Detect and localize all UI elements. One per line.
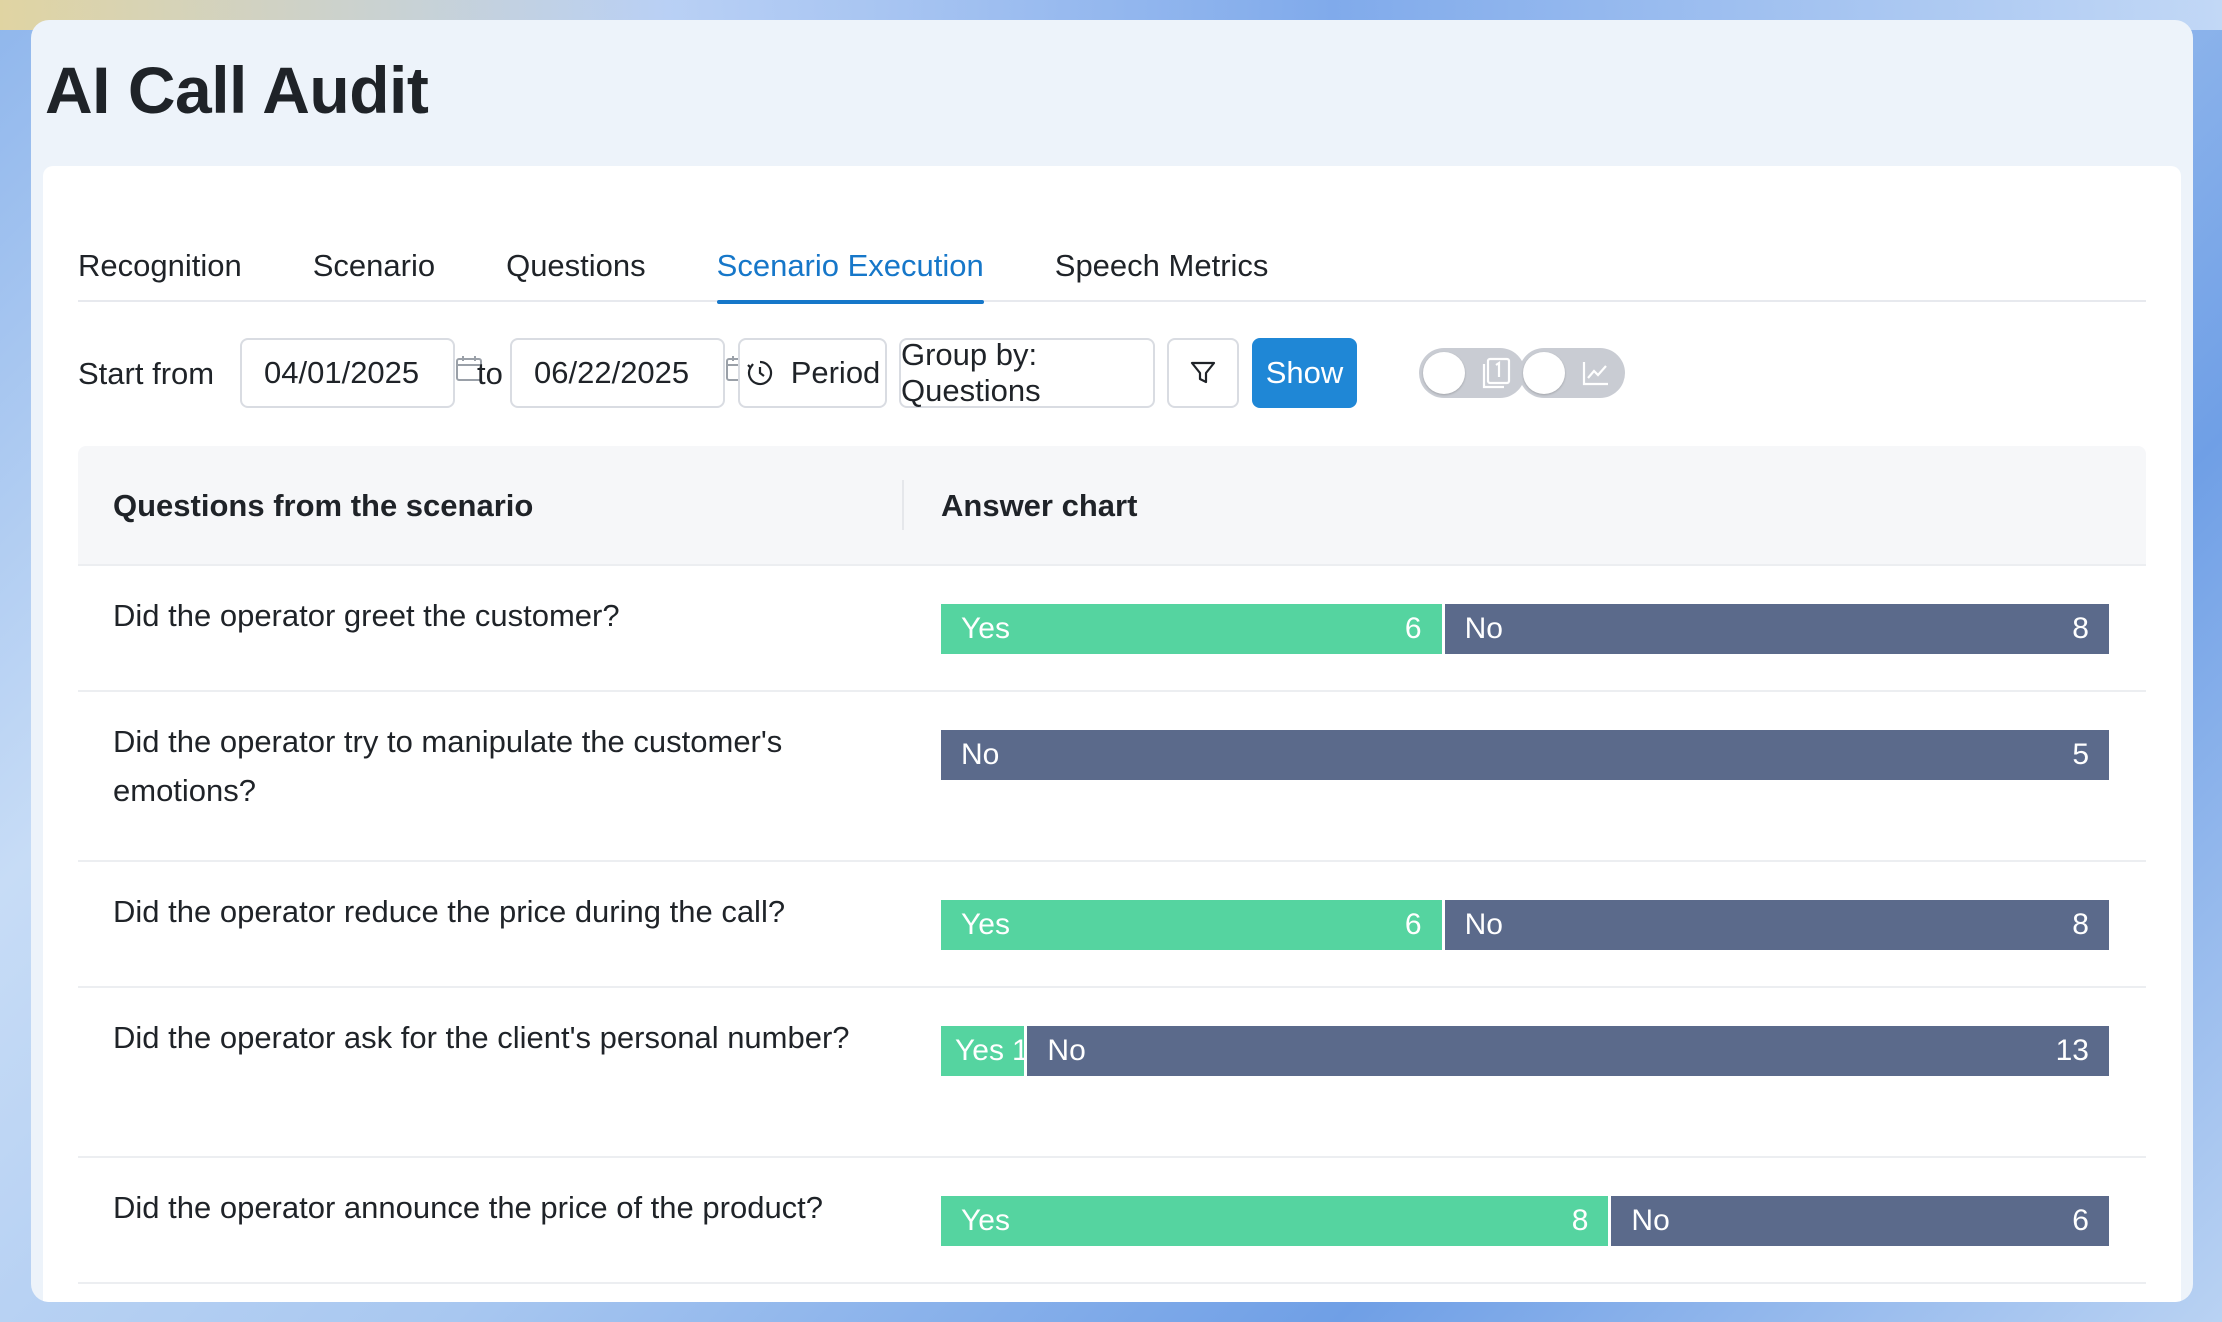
tab-questions[interactable]: Questions bbox=[506, 212, 646, 302]
filter-icon bbox=[1188, 358, 1218, 388]
page-title: AI Call Audit bbox=[45, 53, 429, 127]
answer-count: 5 bbox=[2072, 738, 2089, 771]
answer-bar: Yes 6 No 8 bbox=[941, 900, 2109, 950]
scenario-execution-table: Questions from the scenario Answer chart… bbox=[78, 446, 2146, 1284]
question-text: Did the operator ask for the client's pe… bbox=[113, 1020, 850, 1055]
show-button[interactable]: Show bbox=[1252, 338, 1357, 408]
period-button[interactable]: Period bbox=[738, 338, 887, 408]
group-by-button[interactable]: Group by: Questions bbox=[899, 337, 1155, 408]
question-text: Did the operator greet the customer? bbox=[113, 598, 620, 633]
clock-icon bbox=[745, 358, 775, 388]
tab-bar: Recognition Scenario Questions Scenario … bbox=[78, 212, 2146, 304]
answer-count: 13 bbox=[2055, 1034, 2089, 1067]
answer-bar: No 5 bbox=[941, 730, 2109, 780]
toggle-knob bbox=[1523, 352, 1565, 394]
answer-bar: Yes 1 No 13 bbox=[941, 1026, 2109, 1076]
answer-segment-no[interactable]: No 8 bbox=[1441, 900, 2109, 950]
answer-bar: Yes 6 No 8 bbox=[941, 604, 2109, 654]
end-date-input[interactable] bbox=[534, 355, 724, 391]
answer-count: 8 bbox=[2072, 612, 2089, 645]
answer-segment-no[interactable]: No 13 bbox=[1024, 1026, 2109, 1076]
column-divider bbox=[902, 480, 904, 530]
to-label: to bbox=[477, 356, 503, 391]
period-label: Period bbox=[790, 355, 881, 390]
answer-count: 8 bbox=[2072, 908, 2089, 941]
answer-count: 8 bbox=[1571, 1204, 1589, 1237]
answer-label: No bbox=[1464, 612, 1503, 645]
start-from-label: Start from bbox=[78, 356, 215, 391]
table-row: Did the operator ask for the client's pe… bbox=[78, 988, 2146, 1158]
answer-label: Yes bbox=[961, 612, 1010, 645]
start-date-field[interactable] bbox=[240, 338, 482, 408]
table-row: Did the operator try to manipulate the c… bbox=[78, 692, 2146, 862]
answer-label: Yes bbox=[955, 1034, 1004, 1067]
end-date-field[interactable] bbox=[510, 338, 752, 408]
tab-speech-metrics[interactable]: Speech Metrics bbox=[1055, 212, 1269, 302]
filter-toolbar: Start from to Period Group b bbox=[78, 337, 2146, 410]
tab-scenario-execution[interactable]: Scenario Execution bbox=[716, 212, 984, 304]
page-number-toggle[interactable] bbox=[1419, 348, 1525, 398]
chart-toggle[interactable] bbox=[1519, 348, 1625, 398]
answer-segment-yes[interactable]: Yes 1 bbox=[941, 1026, 1029, 1076]
main-card: Recognition Scenario Questions Scenario … bbox=[43, 166, 2181, 1302]
answer-segment-yes[interactable]: Yes 8 bbox=[941, 1196, 1609, 1246]
table-row: Did the operator reduce the price during… bbox=[78, 862, 2146, 988]
answer-label: No bbox=[1047, 1034, 1086, 1067]
answer-label: Yes bbox=[961, 908, 1010, 941]
question-text: Did the operator announce the price of t… bbox=[113, 1190, 824, 1225]
answer-label: No bbox=[961, 738, 1000, 771]
start-date-input[interactable] bbox=[264, 355, 454, 391]
answer-label: No bbox=[1631, 1204, 1670, 1237]
question-text: Did the operator reduce the price during… bbox=[113, 894, 786, 929]
table-body: Did the operator greet the customer? Yes 6… bbox=[78, 566, 2146, 1284]
answer-bar: Yes 8 No 6 bbox=[941, 1196, 2109, 1246]
table-header: Questions from the scenario Answer chart bbox=[78, 446, 2146, 566]
answer-segment-no[interactable]: No 5 bbox=[941, 730, 2109, 780]
question-text: Did the operator try to manipulate the c… bbox=[113, 724, 783, 808]
answer-segment-no[interactable]: No 8 bbox=[1441, 604, 2109, 654]
line-chart-icon bbox=[1579, 356, 1613, 395]
tab-recognition[interactable]: Recognition bbox=[78, 212, 242, 302]
answer-segment-yes[interactable]: Yes 6 bbox=[941, 604, 1442, 654]
answer-label: No bbox=[1464, 908, 1503, 941]
answer-segment-no[interactable]: No 6 bbox=[1608, 1196, 2109, 1246]
answer-segment-yes[interactable]: Yes 6 bbox=[941, 900, 1442, 950]
tab-scenario[interactable]: Scenario bbox=[313, 212, 435, 302]
questions-column-header: Questions from the scenario bbox=[113, 488, 534, 523]
answer-count: 6 bbox=[1404, 612, 1422, 645]
answer-count: 6 bbox=[2072, 1204, 2089, 1237]
answer-label: Yes bbox=[961, 1204, 1010, 1237]
app-window: AI Call Audit Recognition Scenario Quest… bbox=[31, 20, 2193, 1302]
answer-count: 6 bbox=[1404, 908, 1422, 941]
table-row: Did the operator announce the price of t… bbox=[78, 1158, 2146, 1284]
table-row: Did the operator greet the customer? Yes 6… bbox=[78, 566, 2146, 692]
toggle-knob bbox=[1423, 352, 1465, 394]
filter-button[interactable] bbox=[1167, 338, 1239, 408]
page-number-icon bbox=[1479, 356, 1513, 395]
answer-chart-column-header: Answer chart bbox=[941, 488, 1138, 523]
